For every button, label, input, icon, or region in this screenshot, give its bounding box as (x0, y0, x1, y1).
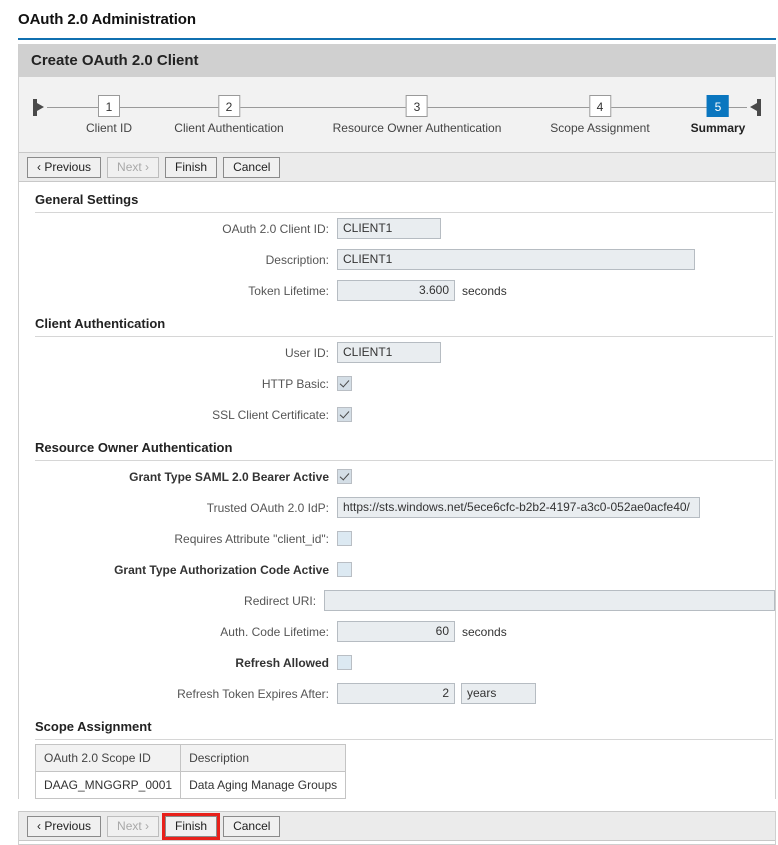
section-scope-assignment: Scope Assignment OAuth 2.0 Scope ID Desc… (19, 709, 775, 799)
wizard-step-label: Client Authentication (174, 121, 283, 135)
bottom-toolbar: ‹ Previous Next › Finish Cancel (19, 811, 775, 841)
table-row[interactable]: DAAG_MNGGRP_0001 Data Aging Manage Group… (36, 772, 346, 799)
wizard-step-number: 4 (589, 95, 611, 117)
next-button: Next › (107, 157, 159, 178)
wizard-start-marker-icon (33, 99, 45, 116)
row-authorization-code-active: Grant Type Authorization Code Active (19, 554, 775, 585)
token-lifetime-label: Token Lifetime: (19, 284, 337, 298)
section-heading: Scope Assignment (19, 719, 775, 739)
ssl-client-certificate-label: SSL Client Certificate: (19, 408, 337, 422)
row-saml-bearer-active: Grant Type SAML 2.0 Bearer Active (19, 461, 775, 492)
authorization-code-active-checkbox[interactable] (337, 562, 352, 577)
wizard-step-label: Resource Owner Authentication (333, 121, 502, 135)
requires-attribute-checkbox[interactable] (337, 531, 352, 546)
refresh-token-expires-label: Refresh Token Expires After: (19, 687, 337, 701)
description-label: Description: (19, 253, 337, 267)
wizard-title-bar: Create OAuth 2.0 Client (19, 44, 775, 77)
section-general-settings: General Settings OAuth 2.0 Client ID: CL… (19, 182, 775, 306)
wizard-title: Create OAuth 2.0 Client (31, 52, 199, 69)
refresh-token-expires-unit-field[interactable]: years (461, 683, 536, 704)
top-toolbar: ‹ Previous Next › Finish Cancel (19, 152, 775, 182)
section-divider (35, 739, 773, 740)
row-user-id: User ID: CLIENT1 (19, 337, 775, 368)
wizard-step-number: 1 (98, 95, 120, 117)
cell-scope-id: DAAG_MNGGRP_0001 (36, 772, 181, 799)
cell-description: Data Aging Manage Groups (181, 772, 346, 799)
wizard-step-scope-assignment[interactable]: 4 Scope Assignment (550, 95, 649, 135)
row-description: Description: CLIENT1 (19, 244, 775, 275)
redirect-uri-field[interactable] (324, 590, 775, 611)
row-client-id: OAuth 2.0 Client ID: CLIENT1 (19, 213, 775, 244)
wizard-step-number: 2 (218, 95, 240, 117)
client-id-label: OAuth 2.0 Client ID: (19, 222, 337, 236)
row-http-basic: HTTP Basic: (19, 368, 775, 399)
http-basic-label: HTTP Basic: (19, 377, 337, 391)
bottom-previous-button[interactable]: ‹ Previous (27, 816, 101, 837)
token-lifetime-field[interactable]: 3.600 (337, 280, 455, 301)
bottom-next-button: Next › (107, 816, 159, 837)
app-header: OAuth 2.0 Administration (0, 0, 778, 38)
wizard-step-track: 1 Client ID 2 Client Authentication 3 Re… (33, 95, 761, 135)
column-header-description[interactable]: Description (181, 745, 346, 772)
client-id-field[interactable]: CLIENT1 (337, 218, 441, 239)
section-resource-owner-authentication: Resource Owner Authentication Grant Type… (19, 430, 775, 709)
row-refresh-token-expires-after: Refresh Token Expires After: 2 years (19, 678, 775, 709)
auth-code-lifetime-field[interactable]: 60 (337, 621, 455, 642)
authorization-code-active-label: Grant Type Authorization Code Active (19, 563, 337, 577)
auth-code-lifetime-unit: seconds (462, 625, 507, 639)
refresh-allowed-label: Refresh Allowed (19, 656, 337, 670)
wizard-end-marker-icon (749, 99, 761, 116)
section-heading: General Settings (19, 192, 775, 212)
row-requires-attribute-client-id: Requires Attribute "client_id": (19, 523, 775, 554)
scope-assignment-table: OAuth 2.0 Scope ID Description DAAG_MNGG… (35, 744, 346, 799)
wizard-step-client-authentication[interactable]: 2 Client Authentication (174, 95, 283, 135)
row-ssl-client-certificate: SSL Client Certificate: (19, 399, 775, 430)
title-underline-rule (18, 38, 776, 40)
http-basic-checkbox[interactable] (337, 376, 352, 391)
token-lifetime-unit: seconds (462, 284, 507, 298)
wizard-step-resource-owner-authentication[interactable]: 3 Resource Owner Authentication (333, 95, 502, 135)
auth-code-lifetime-label: Auth. Code Lifetime: (19, 625, 337, 639)
saml-bearer-active-label: Grant Type SAML 2.0 Bearer Active (19, 470, 337, 484)
column-header-scope-id[interactable]: OAuth 2.0 Scope ID (36, 745, 181, 772)
refresh-allowed-checkbox[interactable] (337, 655, 352, 670)
section-client-authentication: Client Authentication User ID: CLIENT1 H… (19, 306, 775, 430)
wizard-step-number: 3 (406, 95, 428, 117)
row-refresh-allowed: Refresh Allowed (19, 647, 775, 678)
wizard-panel: Create OAuth 2.0 Client 1 Client ID 2 Cl… (18, 44, 776, 182)
bottom-cancel-button[interactable]: Cancel (223, 816, 280, 837)
wizard-step-bar: 1 Client ID 2 Client Authentication 3 Re… (19, 77, 775, 152)
wizard-step-summary[interactable]: 5 Summary (691, 95, 746, 135)
ssl-client-certificate-checkbox[interactable] (337, 407, 352, 422)
previous-button[interactable]: ‹ Previous (27, 157, 101, 178)
redirect-uri-label: Redirect URI: (19, 594, 324, 608)
row-trusted-idp: Trusted OAuth 2.0 IdP: https://sts.windo… (19, 492, 775, 523)
finish-button[interactable]: Finish (165, 157, 217, 178)
wizard-step-label: Summary (691, 121, 746, 135)
row-auth-code-lifetime: Auth. Code Lifetime: 60 seconds (19, 616, 775, 647)
requires-attribute-label: Requires Attribute "client_id": (19, 532, 337, 546)
section-heading: Resource Owner Authentication (19, 440, 775, 460)
wizard-step-number: 5 (707, 95, 729, 117)
table-header-row: OAuth 2.0 Scope ID Description (36, 745, 346, 772)
bottom-finish-button[interactable]: Finish (165, 816, 217, 837)
section-heading: Client Authentication (19, 316, 775, 336)
user-id-label: User ID: (19, 346, 337, 360)
saml-bearer-active-checkbox[interactable] (337, 469, 352, 484)
wizard-step-client-id[interactable]: 1 Client ID (86, 95, 132, 135)
cancel-button[interactable]: Cancel (223, 157, 280, 178)
user-id-field[interactable]: CLIENT1 (337, 342, 441, 363)
trusted-idp-label: Trusted OAuth 2.0 IdP: (19, 501, 337, 515)
row-token-lifetime: Token Lifetime: 3.600 seconds (19, 275, 775, 306)
page-title: OAuth 2.0 Administration (18, 11, 196, 28)
wizard-step-label: Scope Assignment (550, 121, 649, 135)
row-redirect-uri: Redirect URI: (19, 585, 775, 616)
panel-bottom-edge (18, 841, 776, 845)
wizard-step-label: Client ID (86, 121, 132, 135)
bottom-toolbar-wrapper: ‹ Previous Next › Finish Cancel (18, 811, 776, 841)
description-field[interactable]: CLIENT1 (337, 249, 695, 270)
refresh-token-expires-field[interactable]: 2 (337, 683, 455, 704)
trusted-idp-field[interactable]: https://sts.windows.net/5ece6cfc-b2b2-41… (337, 497, 700, 518)
summary-form: General Settings OAuth 2.0 Client ID: CL… (18, 182, 776, 799)
